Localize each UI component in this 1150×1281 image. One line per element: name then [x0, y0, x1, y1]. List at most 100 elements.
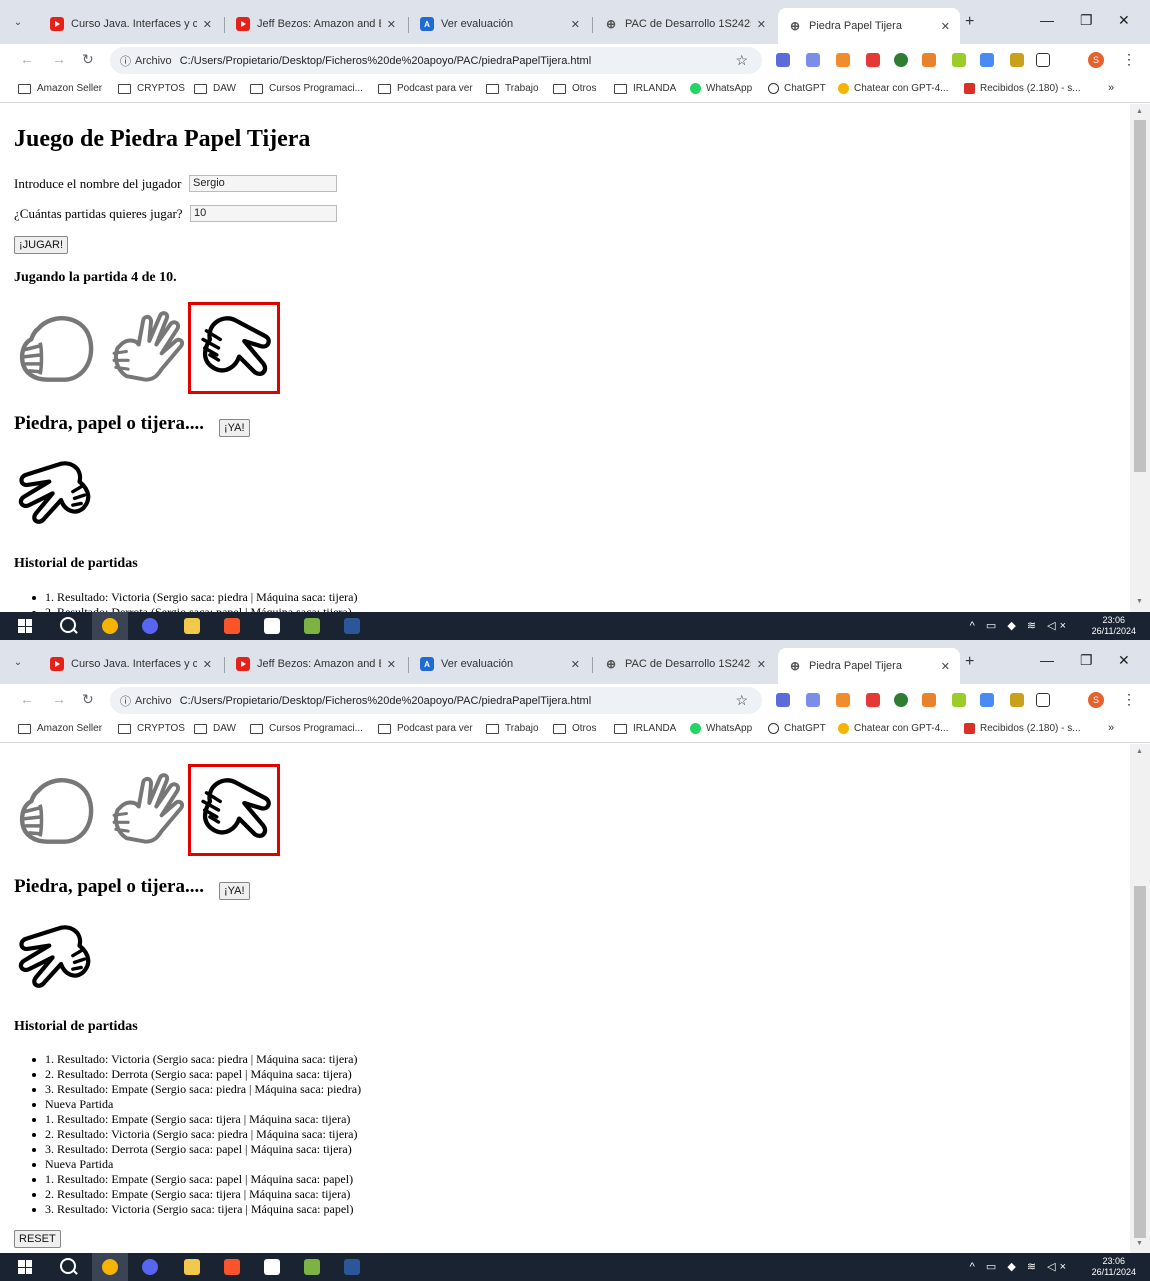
bookmark-chatear-gpt4[interactable]: Chatear con GPT-4... — [838, 83, 949, 94]
word-icon[interactable] — [344, 618, 360, 634]
extension-icon[interactable] — [836, 693, 850, 707]
tab-curso-java[interactable]: Curso Java. Interfaces y clase ✕ — [40, 8, 222, 40]
close-icon[interactable]: ✕ — [571, 18, 580, 31]
notion-icon[interactable] — [264, 1259, 280, 1275]
bookmark-amazon-seller[interactable]: Amazon Seller — [18, 83, 102, 94]
scissors-choice[interactable] — [188, 302, 280, 394]
bookmark-amazon-seller[interactable]: Amazon Seller — [18, 723, 102, 734]
system-tray-icons[interactable]: ^ ▭ ◆ ≋ ◁× — [970, 619, 1070, 632]
player-name-input[interactable]: Sergio — [189, 175, 337, 192]
bookmarks-overflow-icon[interactable]: » — [1108, 722, 1114, 734]
address-bar[interactable]: ⓘ Archivo C:/Users/Propietario/Desktop/F… — [110, 47, 762, 74]
brave-icon[interactable] — [224, 1259, 240, 1275]
reload-icon[interactable]: ↻ — [82, 51, 94, 68]
bookmark-trabajo[interactable]: Trabajo — [486, 83, 539, 94]
bookmark-trabajo[interactable]: Trabajo — [486, 723, 539, 734]
restore-icon[interactable]: ❐ — [1080, 12, 1093, 29]
bookmark-gmail[interactable]: Recibidos (2.180) - s... — [964, 723, 1081, 734]
bookmark-cryptos[interactable]: CRYPTOS — [118, 723, 185, 734]
close-icon[interactable]: ✕ — [757, 658, 766, 671]
forward-arrow-icon[interactable]: → — [52, 51, 66, 67]
tab-pac-desarrollo[interactable]: ⊕ PAC de Desarrollo 1S2425.d ✕ — [594, 648, 776, 680]
extension-icon[interactable] — [866, 693, 880, 707]
menu-dots-icon[interactable]: ⋮ — [1122, 51, 1136, 68]
translate-icon[interactable] — [980, 693, 994, 707]
clock[interactable]: 23:06 26/11/2024 — [1092, 615, 1136, 637]
close-icon[interactable]: ✕ — [941, 660, 950, 673]
forward-arrow-icon[interactable]: → — [52, 691, 66, 707]
extension-icon[interactable] — [776, 53, 790, 67]
extension-icon[interactable] — [806, 693, 820, 707]
new-tab-icon[interactable]: + — [965, 13, 974, 31]
page-scrollbar[interactable]: ▲ ▼ — [1130, 104, 1150, 612]
scroll-up-icon[interactable]: ▲ — [1136, 748, 1143, 755]
windows-start-icon[interactable] — [18, 619, 32, 633]
tab-piedra-papel-tijera[interactable]: ⊕ Piedra Papel Tijera ✕ — [778, 648, 960, 684]
tab-jeff-bezos[interactable]: Jeff Bezos: Amazon and Blue ✕ — [226, 648, 406, 680]
file-explorer-icon[interactable] — [184, 1259, 200, 1275]
chrome-icon[interactable] — [102, 618, 118, 634]
tab-search-chevron-icon[interactable]: ⌄ — [8, 12, 28, 32]
bookmark-cryptos[interactable]: CRYPTOS — [118, 83, 185, 94]
system-tray-icons[interactable]: ^ ▭ ◆ ≋ ◁× — [970, 1260, 1070, 1273]
close-icon[interactable]: ✕ — [387, 658, 396, 671]
puzzle-icon[interactable] — [1036, 53, 1050, 67]
notepad-icon[interactable] — [304, 1259, 320, 1275]
bookmarks-overflow-icon[interactable]: » — [1108, 82, 1114, 94]
search-icon[interactable] — [60, 617, 76, 633]
discord-icon[interactable] — [142, 1259, 158, 1275]
clock[interactable]: 23:06 26/11/2024 — [1092, 1256, 1136, 1278]
extension-icon[interactable] — [894, 693, 908, 707]
bookmark-gmail[interactable]: Recibidos (2.180) - s... — [964, 83, 1081, 94]
bookmark-cursos[interactable]: Cursos Programaci... — [250, 83, 363, 94]
back-arrow-icon[interactable]: ← — [20, 51, 34, 67]
scroll-down-icon[interactable]: ▼ — [1136, 1240, 1143, 1247]
paper-choice[interactable] — [100, 304, 188, 392]
bookmark-otros[interactable]: Otros — [553, 83, 596, 94]
paper-choice[interactable] — [100, 766, 188, 854]
bookmark-irlanda[interactable]: IRLANDA — [614, 83, 676, 94]
puzzle-icon[interactable] — [1036, 693, 1050, 707]
metamask-icon[interactable] — [922, 693, 936, 707]
close-icon[interactable]: ✕ — [757, 18, 766, 31]
windows-start-icon[interactable] — [18, 1260, 32, 1274]
play-button[interactable]: ¡JUGAR! — [14, 236, 68, 254]
discord-icon[interactable] — [142, 618, 158, 634]
brave-icon[interactable] — [224, 618, 240, 634]
menu-dots-icon[interactable]: ⋮ — [1122, 691, 1136, 708]
close-icon[interactable]: ✕ — [571, 658, 580, 671]
bookmark-podcast[interactable]: Podcast para ver — [378, 83, 473, 94]
tab-search-chevron-icon[interactable]: ⌄ — [8, 652, 28, 672]
info-icon[interactable]: ⓘ — [120, 53, 131, 69]
new-tab-icon[interactable]: + — [965, 653, 974, 671]
scissors-choice[interactable] — [188, 764, 280, 856]
close-icon[interactable]: ✕ — [941, 20, 950, 33]
go-button[interactable]: ¡YA! — [219, 882, 250, 900]
go-button[interactable]: ¡YA! — [219, 419, 250, 437]
window-close-icon[interactable]: ✕ — [1118, 12, 1130, 29]
scroll-up-icon[interactable]: ▲ — [1136, 108, 1143, 115]
extension-icon[interactable] — [776, 693, 790, 707]
tab-ver-evaluacion[interactable]: A Ver evaluación ✕ — [410, 648, 590, 680]
tab-curso-java[interactable]: Curso Java. Interfaces y clase ✕ — [40, 648, 222, 680]
translate-icon[interactable] — [980, 53, 994, 67]
bookmark-whatsapp[interactable]: WhatsApp — [690, 723, 752, 734]
file-explorer-icon[interactable] — [184, 618, 200, 634]
chrome-icon[interactable] — [102, 1259, 118, 1275]
minimize-icon[interactable]: — — [1040, 12, 1054, 28]
notepad-icon[interactable] — [304, 618, 320, 634]
page-scrollbar[interactable]: ▲ ▼ — [1130, 744, 1150, 1253]
search-icon[interactable] — [60, 1258, 76, 1274]
extension-icon[interactable] — [1010, 693, 1024, 707]
bookmark-chatgpt[interactable]: ChatGPT — [768, 83, 826, 94]
bookmark-cursos[interactable]: Cursos Programaci... — [250, 723, 363, 734]
bookmark-daw[interactable]: DAW — [194, 83, 236, 94]
extension-icon[interactable] — [952, 693, 966, 707]
bookmark-whatsapp[interactable]: WhatsApp — [690, 83, 752, 94]
tab-ver-evaluacion[interactable]: A Ver evaluación ✕ — [410, 8, 590, 40]
bookmark-daw[interactable]: DAW — [194, 723, 236, 734]
info-icon[interactable]: ⓘ — [120, 693, 131, 709]
tab-pac-desarrollo[interactable]: ⊕ PAC de Desarrollo 1S2425.d ✕ — [594, 8, 776, 40]
tab-piedra-papel-tijera[interactable]: ⊕ Piedra Papel Tijera ✕ — [778, 8, 960, 44]
bookmark-star-icon[interactable]: ☆ — [735, 692, 748, 709]
